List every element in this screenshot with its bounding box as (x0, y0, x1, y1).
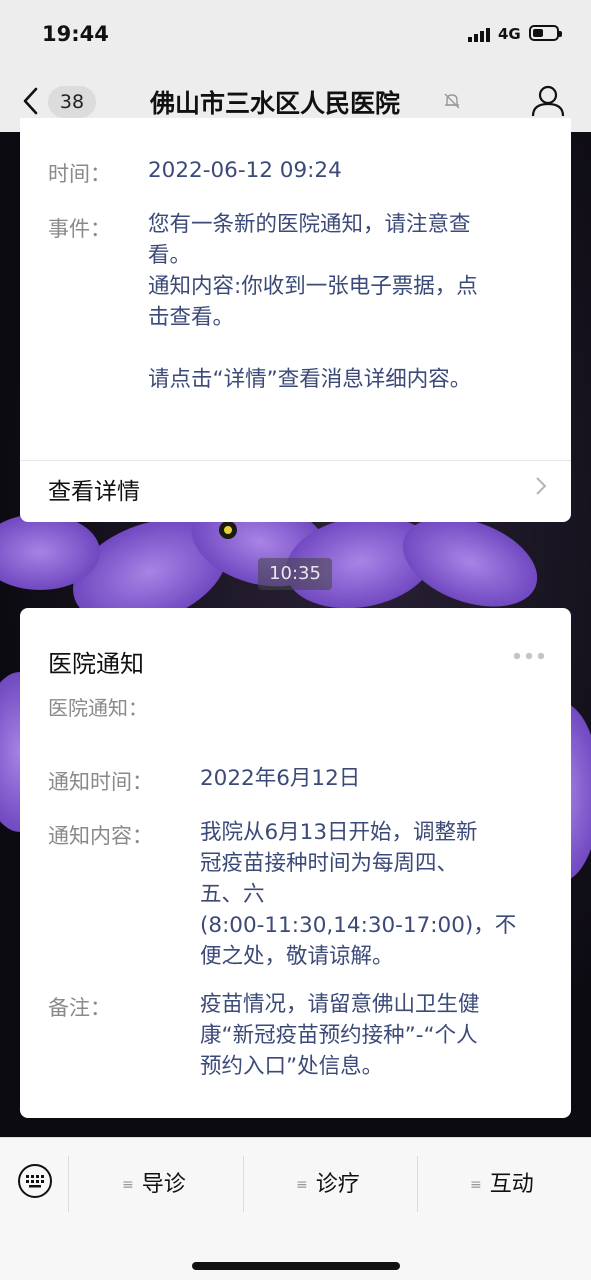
event-line: 通知内容:你收到一张电子票据，点 (148, 274, 478, 299)
status-bar: 19:44 4G (0, 0, 591, 70)
menu-guide-button[interactable]: ≡ 导诊 (122, 1166, 186, 1198)
remark-value: 疫苗情况，请留意佛山卫生健 康“新冠疫苗预约接种”-“个人 预约入口”处信息。 (200, 989, 550, 1082)
chevron-right-icon[interactable] (535, 476, 547, 496)
battery-icon (529, 25, 562, 41)
content-line: 冠疫苗接种时间为每周四、 (200, 851, 459, 876)
content-line: (8:00-11:30,14:30-17:00)，不 (200, 913, 517, 938)
menu-lines-icon: ≡ (470, 1177, 482, 1193)
remark-label: 备注： (48, 996, 111, 1020)
menu-separator (243, 1156, 244, 1212)
event-line: 请点击“详情”查看消息详细内容。 (148, 367, 472, 392)
card-subtitle: 医院通知： (48, 696, 148, 720)
menu-treatment-button[interactable]: ≡ 诊疗 (296, 1166, 360, 1198)
menu-separator (417, 1156, 418, 1212)
notify-content-label: 通知内容： (48, 824, 153, 848)
event-label: 事件： (48, 217, 111, 241)
event-line: 您有一条新的医院通知，请注意查 (148, 212, 471, 237)
divider (20, 460, 571, 461)
event-line: 击查看。 (148, 305, 235, 330)
message-timestamp: 10:35 (258, 558, 332, 590)
network-type: 4G (498, 25, 521, 43)
notify-content-value: 我院从6月13日开始，调整新 冠疫苗接种时间为每周四、 五、六 (8:00-11… (200, 817, 550, 972)
home-indicator (192, 1262, 400, 1270)
menu-treatment-label: 诊疗 (315, 1172, 360, 1197)
unread-count-badge[interactable]: 38 (48, 86, 96, 118)
time-value: 2022-06-12 09:24 (148, 158, 342, 183)
menu-separator (68, 1156, 69, 1212)
notify-time-label: 通知时间： (48, 770, 153, 794)
signal-icon (468, 28, 490, 42)
keyboard-toggle-icon[interactable] (16, 1162, 54, 1200)
notification-card-1: 时间： 2022-06-12 09:24 事件： 您有一条新的医院通知，请注意查… (20, 118, 571, 522)
profile-icon[interactable] (530, 84, 566, 118)
chat-title: 佛山市三水区人民医院 (150, 89, 401, 118)
view-details-link[interactable]: 查看详情 (48, 472, 140, 506)
menu-interact-label: 互动 (489, 1172, 534, 1197)
more-options-icon[interactable] (513, 652, 545, 660)
time-label: 时间： (48, 162, 111, 186)
menu-lines-icon: ≡ (296, 1177, 308, 1193)
menu-interact-button[interactable]: ≡ 互动 (470, 1166, 534, 1198)
notification-card-2[interactable]: 医院通知 医院通知： 通知时间： 2022年6月12日 通知内容： 我院从6月1… (20, 608, 571, 1118)
content-line: 我院从6月13日开始，调整新 (200, 820, 478, 845)
back-arrow-icon[interactable] (20, 86, 42, 116)
clock: 19:44 (42, 22, 109, 46)
event-line: 看。 (148, 243, 192, 268)
mute-bell-icon (444, 93, 460, 109)
content-line: 便之处，敬请谅解。 (200, 944, 394, 969)
remark-line: 疫苗情况，请留意佛山卫生健 (200, 992, 480, 1017)
content-line: 五、六 (200, 882, 265, 907)
notify-time-line: 2022年6月12日 (200, 766, 361, 791)
bottom-menu-bar: ≡ 导诊 ≡ 诊疗 ≡ 互动 (0, 1137, 591, 1280)
card-title: 医院通知 (48, 650, 144, 678)
remark-line: 预约入口”处信息。 (200, 1054, 384, 1079)
event-line (148, 333, 548, 364)
notify-time-value: 2022年6月12日 (200, 763, 550, 794)
event-value: 您有一条新的医院通知，请注意查 看。 通知内容:你收到一张电子票据，点 击查看。… (148, 209, 548, 395)
remark-line: 康“新冠疫苗预约接种”-“个人 (200, 1023, 478, 1048)
menu-lines-icon: ≡ (122, 1177, 134, 1193)
menu-guide-label: 导诊 (141, 1172, 186, 1197)
